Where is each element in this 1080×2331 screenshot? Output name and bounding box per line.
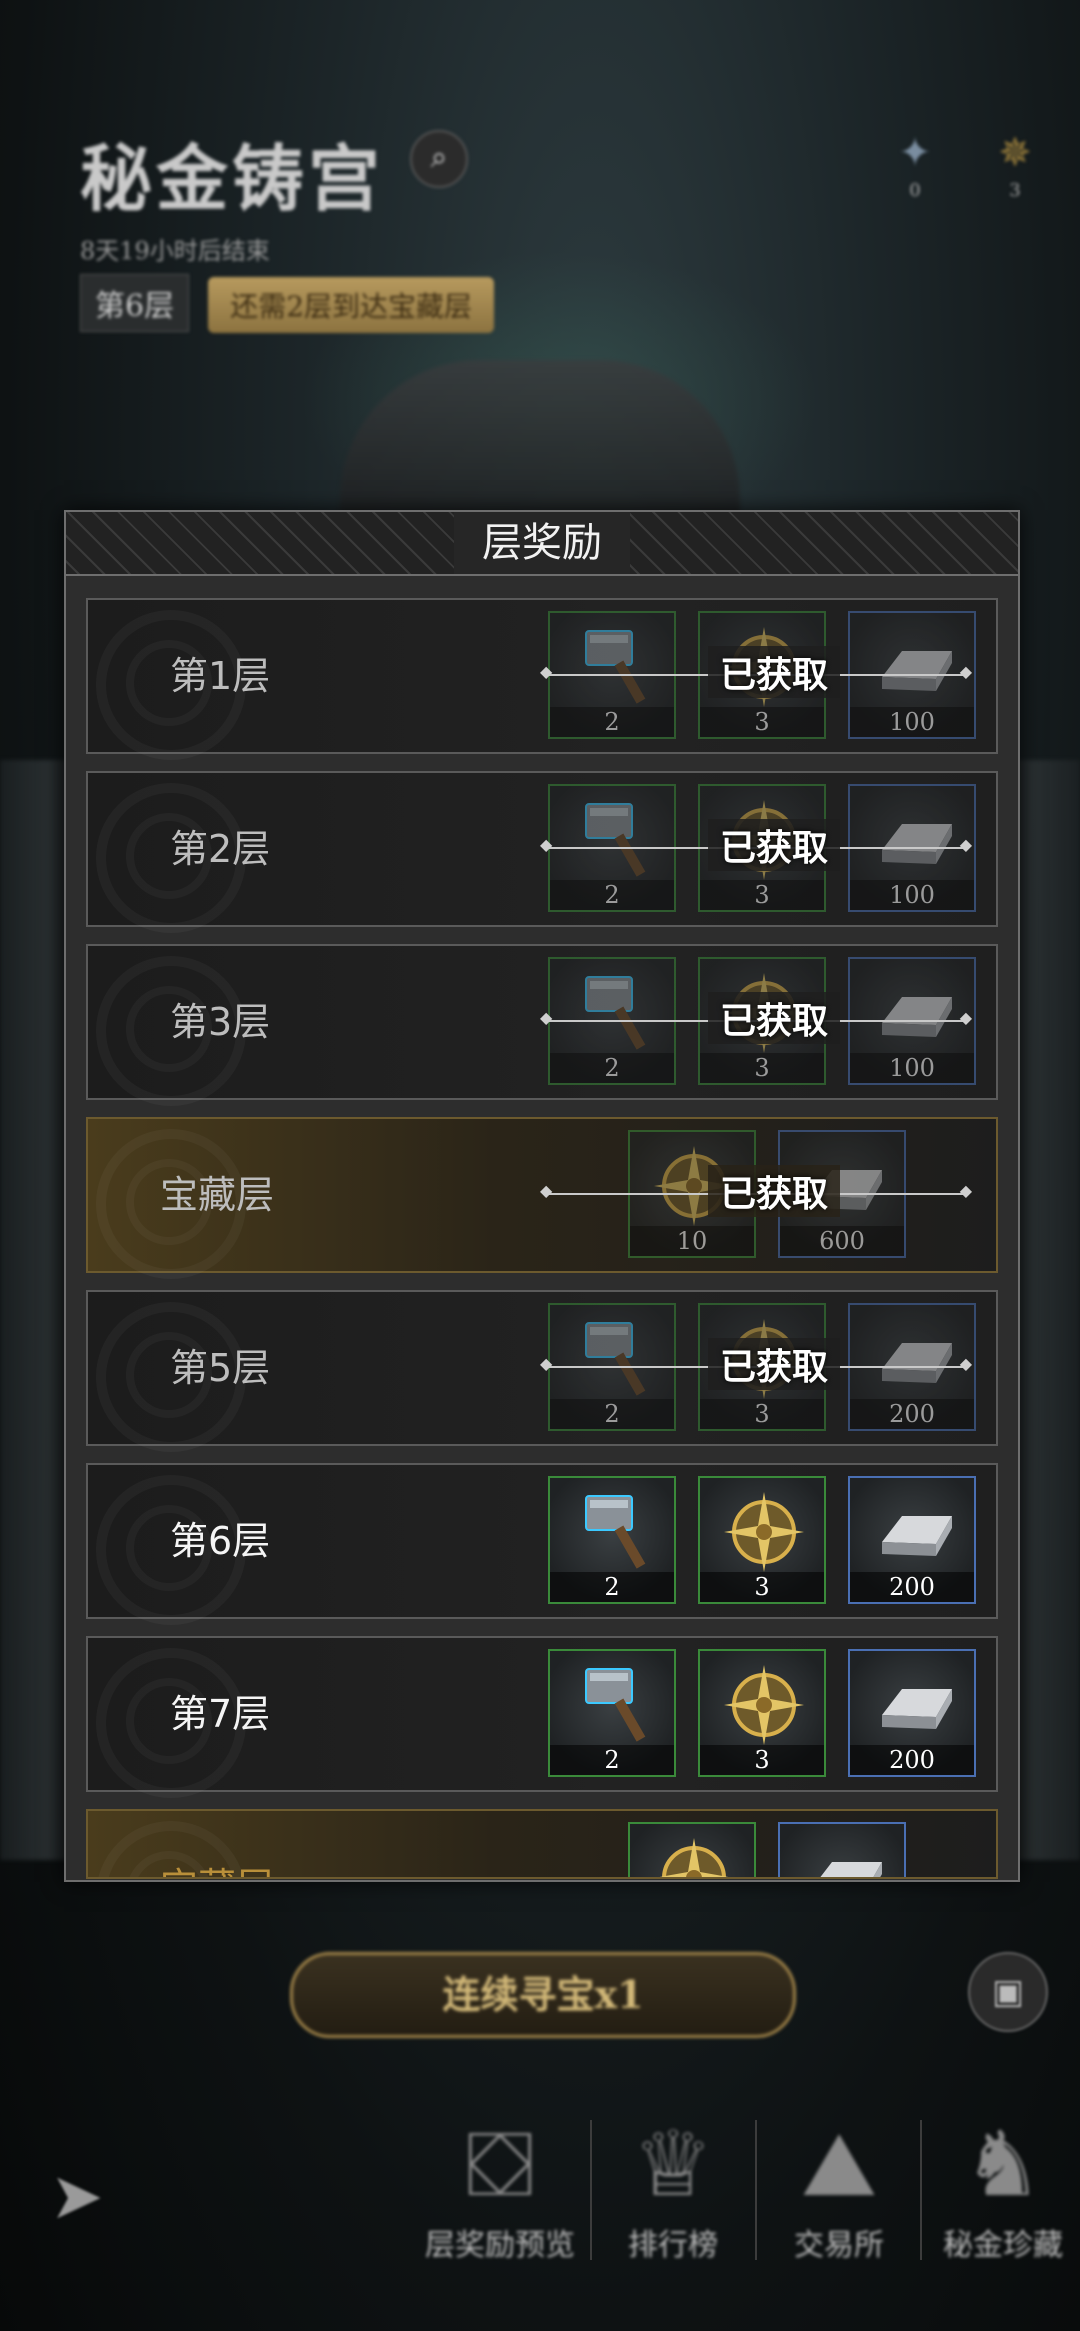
gold-compass-icon: ✵ [998,130,1032,176]
event-header: 秘金铸宫 ⌕ 8天19小时后结束 第6层 还需2层到达宝藏层 [80,120,495,333]
floor-label: 第5层 [170,1346,271,1390]
reward-count: 100 [850,707,974,737]
reward-item[interactable]: 200 [848,1476,976,1604]
floor-label: 第3层 [170,1000,271,1044]
reward-count: 2 [550,1053,674,1083]
treasure-floor-row[interactable]: 宝藏层 10 600 已获取 [86,1117,998,1279]
claimed-label: 已获取 [708,646,841,698]
reward-count: 3 [700,1745,824,1775]
reward-count: 2 [550,1572,674,1602]
current-floor-badge: 第6层 [80,274,190,332]
floor-reward-panel: 层奖励 第1层23100已获取第2层23100已获取第3层23100已获取宝藏层… [64,510,1020,1882]
reward-item[interactable]: 200 [848,1649,976,1777]
floor-row[interactable]: 第5层 23 200 已获取 [86,1290,998,1452]
reward-count: 200 [850,1399,974,1429]
floor-row[interactable]: 第7层 2 3 200 [86,1636,998,1798]
reward-items: 2 3 200 [548,1476,976,1606]
reward-count: 2 [550,1399,674,1429]
reward-count: 2 [550,1745,674,1775]
reward-count: 200 [850,1745,974,1775]
reward-count: 3 [700,880,824,910]
reward-count: 2 [550,880,674,910]
floor-label: 第7层 [170,1692,271,1736]
nav-leaderboard[interactable]: ♕ 排行榜 [598,2110,748,2264]
reward-items [628,1822,906,1877]
floor-label: 宝藏层 [160,1811,274,1877]
collection-icon: ♞ [962,2112,1044,2217]
reward-item[interactable]: 2 [548,1476,676,1604]
gold-pile-icon: ⛰ [801,2112,877,2217]
reward-count: 200 [850,1572,974,1602]
floor-row[interactable]: 第1层 23 100 已获取 [86,598,998,760]
nav-label: 交易所 [794,2228,884,2263]
claimed-label: 已获取 [708,1165,841,1217]
floor-row[interactable]: 第2层 23 100 已获取 [86,771,998,933]
nav-label: 排行榜 [628,2228,718,2263]
nav-collection[interactable]: ♞ 秘金珍藏 [928,2110,1078,2264]
reward-count: 2 [550,707,674,737]
trophy-icon: ♕ [632,2112,714,2217]
reward-count: 3 [700,1572,824,1602]
event-countdown: 8天19小时后结束 [80,237,270,265]
reward-list[interactable]: 第1层23100已获取第2层23100已获取第3层23100已获取宝藏层1060… [86,598,998,1880]
nav-divider [590,2120,592,2260]
floor-row[interactable]: 第6层 2 3 200 [86,1463,998,1625]
floor-label: 第1层 [170,654,271,698]
reward-item[interactable]: 2 [548,1649,676,1777]
nav-label: 层奖励预览 [425,2228,575,2263]
reward-count: 3 [700,1053,824,1083]
continuous-hunt-button[interactable]: 连续寻宝x1 [290,1952,796,2038]
floor-label: 第6层 [170,1519,271,1563]
search-icon[interactable]: ⌕ [410,130,468,188]
floor-label: 宝藏层 [160,1173,275,1217]
nav-label: 秘金珍藏 [943,2228,1063,2263]
reward-count: 100 [850,1053,974,1083]
back-arrow-icon[interactable]: ➤ [50,2160,140,2240]
floor-row[interactable]: 第3层 23 100 已获取 [86,944,998,1106]
reward-item[interactable]: 3 [698,1649,826,1777]
reward-item[interactable] [628,1822,756,1877]
currency-bar: ✦ 0 ✵ 3 [890,130,1040,201]
treasure-floor-row[interactable]: 宝藏层 [86,1809,998,1879]
floors-to-treasure-hint: 还需2层到达宝藏层 [208,277,495,333]
panel-title: 层奖励 [454,512,630,574]
nav-divider [920,2120,922,2260]
bottom-nav: ➤ ⛋ 层奖励预览 ♕ 排行榜 ⛰ 交易所 ♞ 秘金珍藏 [0,2080,1080,2310]
currency-blue-crystal[interactable]: ✦ 0 [890,130,940,201]
reward-item[interactable] [778,1822,906,1877]
reward-item[interactable]: 3 [698,1476,826,1604]
currency-value: 3 [1009,180,1021,201]
treasure-chest-icon: ⛋ [465,2112,535,2217]
claimed-label: 已获取 [708,819,841,871]
claimed-label: 已获取 [708,992,841,1044]
reward-count: 3 [700,707,824,737]
chest-shortcut-button[interactable]: ▣ [968,1952,1048,2032]
nav-floor-reward-preview[interactable]: ⛋ 层奖励预览 [425,2110,575,2264]
currency-value: 0 [909,180,921,201]
reward-items: 2 3 200 [548,1649,976,1779]
reward-count: 10 [630,1226,754,1256]
reward-count: 600 [780,1226,904,1256]
reward-count: 3 [700,1399,824,1429]
reward-count: 100 [850,880,974,910]
nav-divider [755,2120,757,2260]
panel-header: 层奖励 [66,512,1018,576]
currency-gold-compass[interactable]: ✵ 3 [990,130,1040,201]
floor-label: 第2层 [170,827,271,871]
blue-crystal-icon: ✦ [898,130,932,176]
claimed-label: 已获取 [708,1338,841,1390]
nav-exchange[interactable]: ⛰ 交易所 [764,2110,914,2264]
